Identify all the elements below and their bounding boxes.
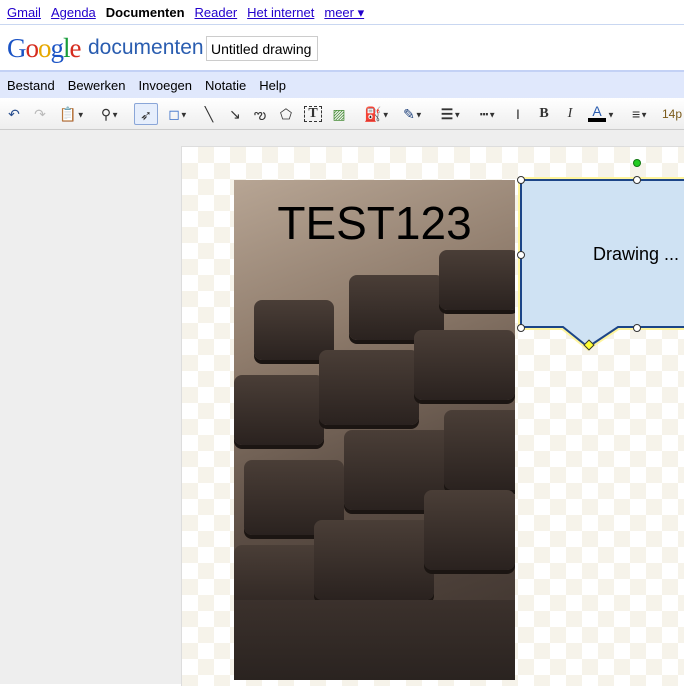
align-icon[interactable]: ≡▼	[626, 103, 654, 125]
nav-documenten: Documenten	[105, 5, 185, 20]
rotate-handle[interactable]	[633, 159, 641, 167]
redo-icon[interactable]: ↷	[31, 103, 49, 125]
header: Google documenten	[0, 25, 684, 70]
workspace: TEST123 Drawing ...	[0, 130, 684, 686]
arrow-icon[interactable]: ↘	[226, 103, 244, 125]
callout-text[interactable]: Drawing ...	[593, 244, 679, 265]
resize-handle[interactable]	[633, 176, 641, 184]
callout-shape[interactable]	[518, 177, 684, 357]
nav-reader[interactable]: Reader	[195, 5, 238, 20]
nav-internet[interactable]: Het internet	[247, 5, 314, 20]
keyboard-photo[interactable]: TEST123	[234, 180, 515, 680]
resize-handle[interactable]	[633, 324, 641, 332]
line-color-icon[interactable]: ✎▼	[398, 103, 428, 125]
text-cursor-icon[interactable]: I	[511, 103, 525, 125]
bold-button[interactable]: B	[536, 103, 552, 125]
select-icon[interactable]: ➶	[134, 103, 158, 125]
google-logo[interactable]: Google	[7, 33, 81, 64]
document-title-input[interactable]	[206, 36, 318, 61]
resize-handle[interactable]	[517, 176, 525, 184]
nav-agenda[interactable]: Agenda	[51, 5, 96, 20]
top-navigation: Gmail Agenda Documenten Reader Het internet m…	[0, 0, 684, 25]
menu-bestand[interactable]: Bestand	[7, 78, 55, 93]
nav-gmail[interactable]: Gmail	[7, 5, 41, 20]
paste-icon[interactable]: 📋▼	[57, 103, 87, 125]
menu-bewerken[interactable]: Bewerken	[68, 78, 126, 93]
line-weight-icon[interactable]: ☰▼	[436, 103, 466, 125]
product-name: documenten	[88, 36, 204, 59]
menu-help[interactable]: Help	[259, 78, 286, 93]
nav-more[interactable]: meer ▾	[324, 5, 364, 20]
line-dash-icon[interactable]: ┅▼	[472, 103, 504, 125]
drawing-canvas[interactable]: TEST123 Drawing ...	[181, 146, 684, 686]
image-icon[interactable]: ▨	[330, 103, 348, 125]
polyline-icon[interactable]: ⬠	[277, 103, 295, 125]
toolbar: ↶ ↷ 📋▼ ⚲▼ ➶ ◻▼ ╲ ↘ ఌ ⬠ T ▨ ⛽▼ ✎▼ ☰▼ ┅▼ I…	[0, 98, 684, 130]
textbox-icon[interactable]: T	[304, 106, 322, 122]
undo-icon[interactable]: ↶	[5, 103, 23, 125]
text-color-dropdown[interactable]: ▼	[606, 103, 616, 125]
zoom-icon[interactable]: ⚲▼	[95, 103, 125, 125]
font-size-select[interactable]: 14p	[662, 103, 684, 125]
fill-color-icon[interactable]: ⛽▼	[362, 103, 392, 125]
italic-button[interactable]: I	[562, 103, 578, 125]
menu-invoegen[interactable]: Invoegen	[139, 78, 193, 93]
shape-icon[interactable]: ◻▼	[163, 103, 193, 125]
resize-handle[interactable]	[517, 251, 525, 259]
menu-bar: Bestand Bewerken Invoegen Notatie Help	[0, 70, 684, 98]
scribble-icon[interactable]: ఌ	[251, 103, 269, 125]
image-caption: TEST123	[277, 197, 472, 249]
resize-handle[interactable]	[517, 324, 525, 332]
text-color-button[interactable]: A	[588, 103, 606, 122]
menu-notatie[interactable]: Notatie	[205, 78, 246, 93]
line-icon[interactable]: ╲	[200, 103, 218, 125]
